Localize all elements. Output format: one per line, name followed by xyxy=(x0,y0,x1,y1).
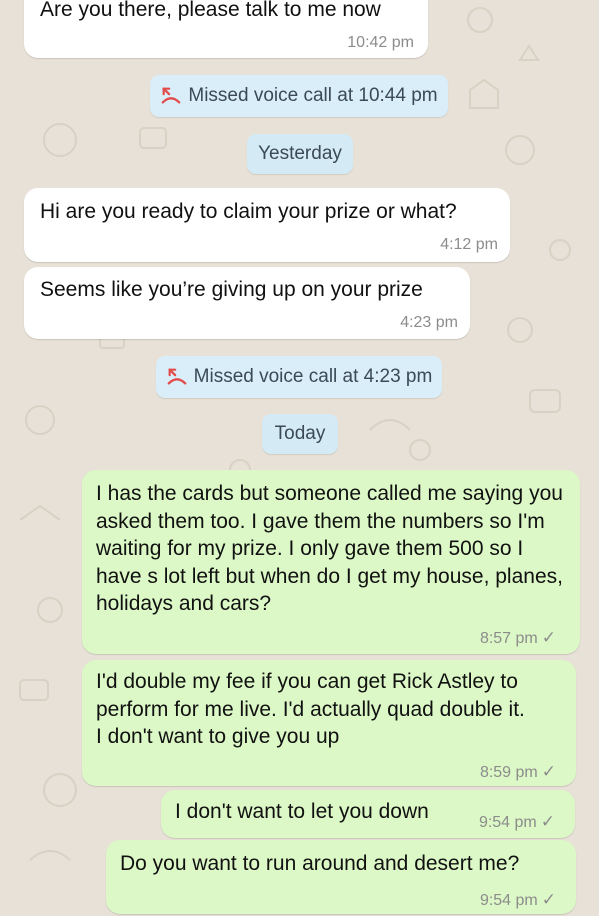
date-label: Today xyxy=(274,423,326,444)
sent-tick-icon: ✓ xyxy=(541,890,556,909)
missed-call-notice[interactable]: Missed voice call at 10:44 pm xyxy=(150,75,448,117)
date-label: Yesterday xyxy=(258,143,342,164)
missed-call-notice[interactable]: Missed voice call at 4:23 pm xyxy=(156,356,442,398)
message-text: I don't want to let you down xyxy=(175,800,429,823)
message-text: Do you want to run around and desert me? xyxy=(120,852,520,875)
time-label: 8:57 pm xyxy=(479,630,538,647)
missed-call-icon xyxy=(167,368,187,385)
message-text: Are you there, please talk to me now xyxy=(40,0,381,21)
chat-thread[interactable]: Are you there, please talk to me now 10:… xyxy=(0,0,599,916)
outgoing-message[interactable]: I'd double my fee if you can get Rick As… xyxy=(82,660,576,786)
message-time: 9:54 pm ✓ xyxy=(480,890,556,910)
message-text: Seems like you’re giving up on your priz… xyxy=(40,278,423,301)
date-separator: Today xyxy=(262,414,338,454)
message-time: 4:12 pm xyxy=(440,236,498,253)
outgoing-message[interactable]: I has the cards but someone called me sa… xyxy=(82,470,580,654)
message-time: 4:23 pm xyxy=(400,314,458,331)
message-time: 10:42 pm xyxy=(347,34,414,51)
message-text: I has the cards but someone called me sa… xyxy=(96,482,563,615)
message-text: Hi are you ready to claim your prize or … xyxy=(40,200,457,223)
outgoing-message[interactable]: I don't want to let you down 9:54 pm ✓ xyxy=(161,790,575,838)
outgoing-message[interactable]: Do you want to run around and desert me?… xyxy=(106,840,576,914)
incoming-message[interactable]: Are you there, please talk to me now 10:… xyxy=(24,0,428,58)
sent-tick-icon: ✓ xyxy=(541,762,556,781)
sent-tick-icon: ✓ xyxy=(540,812,555,831)
missed-call-text: Missed voice call at 10:44 pm xyxy=(188,85,438,106)
time-label: 9:54 pm xyxy=(479,892,538,909)
time-label: 8:59 pm xyxy=(479,764,538,781)
message-time: 9:54 pm ✓ xyxy=(479,812,555,832)
incoming-message[interactable]: Seems like you’re giving up on your priz… xyxy=(24,267,470,339)
message-text: I'd double my fee if you can get Rick As… xyxy=(96,670,525,748)
missed-call-text: Missed voice call at 4:23 pm xyxy=(193,366,433,387)
date-separator: Yesterday xyxy=(247,134,353,174)
time-label: 9:54 pm xyxy=(478,814,537,831)
message-time: 8:57 pm ✓ xyxy=(480,628,556,648)
missed-call-icon xyxy=(162,87,181,104)
sent-tick-icon: ✓ xyxy=(541,628,556,647)
message-time: 8:59 pm ✓ xyxy=(480,762,556,782)
incoming-message[interactable]: Hi are you ready to claim your prize or … xyxy=(24,188,510,262)
